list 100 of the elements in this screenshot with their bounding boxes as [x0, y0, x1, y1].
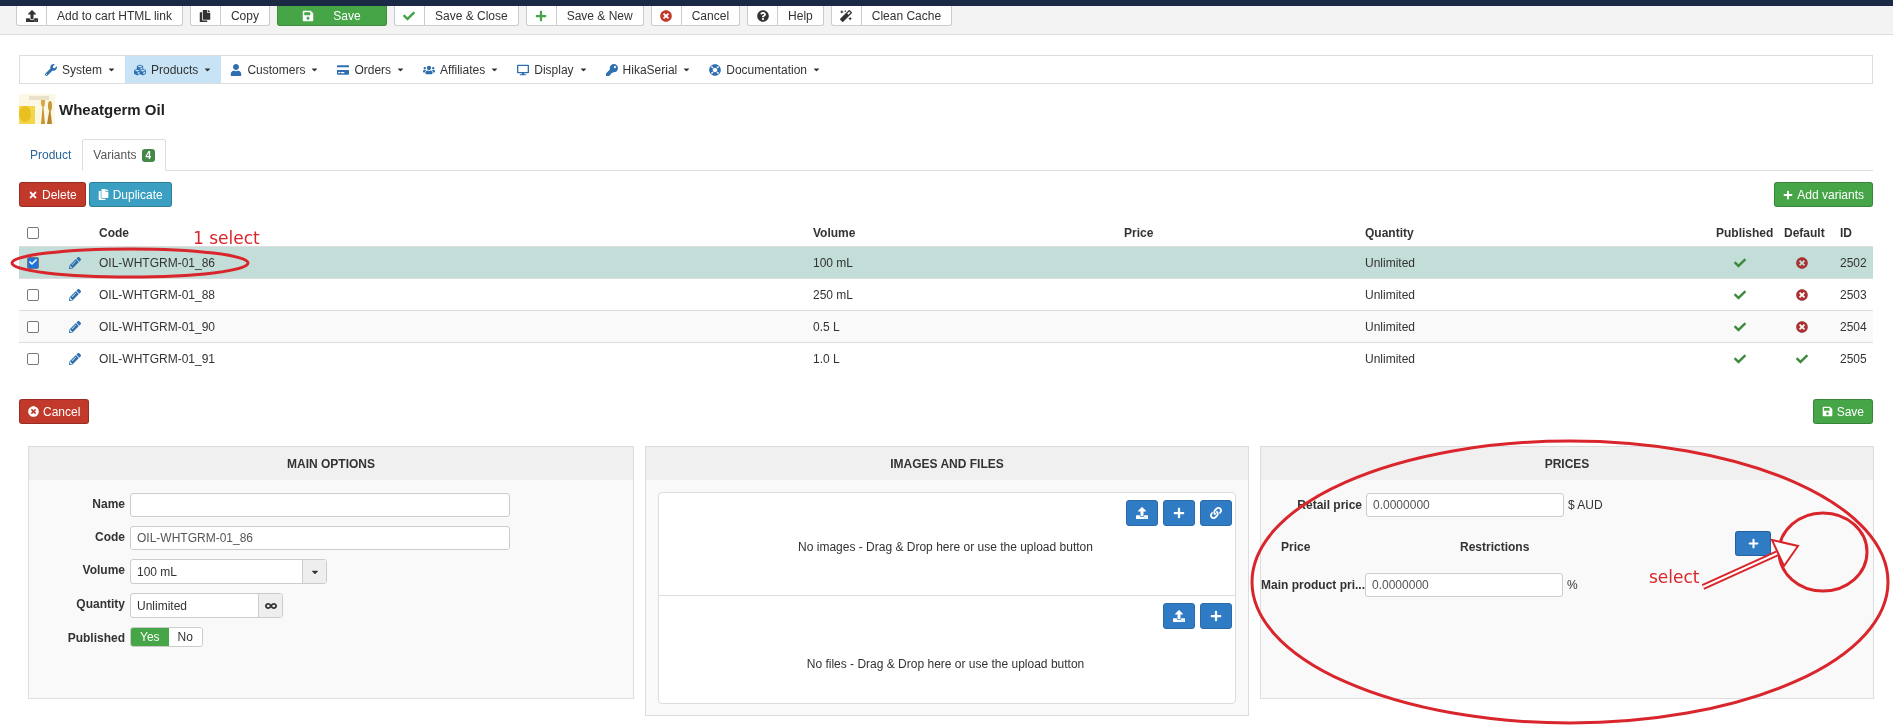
table-cell-text: OIL-WHTGRM-01_91	[98, 351, 217, 366]
field-label: Code	[94, 529, 125, 546]
checkbox[interactable]	[27, 288, 39, 301]
annotation-text: select	[1649, 567, 1700, 587]
edit-icon[interactable]	[69, 352, 81, 365]
upload-button[interactable]	[1126, 500, 1158, 526]
edit-icon[interactable]	[69, 256, 81, 269]
tab[interactable]: Variants 4	[82, 139, 167, 171]
copy-icon	[97, 189, 109, 200]
text-field[interactable]	[130, 493, 510, 517]
panel-title: IMAGES AND FILES	[646, 447, 1248, 480]
caret-icon	[203, 65, 213, 74]
plus-icon	[1173, 507, 1185, 519]
monitor-icon	[517, 63, 530, 76]
table-cell-text: Unlimited	[1364, 351, 1416, 366]
panel-title: PRICES	[1261, 447, 1873, 480]
table-cell-text: 100 mL	[812, 255, 855, 270]
link-button[interactable]	[1200, 500, 1232, 526]
table-cell-text: OIL-WHTGRM-01_88	[98, 287, 217, 302]
caret-icon	[812, 65, 821, 74]
column-header: Default	[1783, 225, 1825, 240]
link-icon	[1210, 507, 1222, 519]
table-cell-text: 2504	[1839, 319, 1868, 334]
menu-item[interactable]: Orders	[328, 56, 415, 83]
table-cell-text: 250 mL	[812, 287, 855, 302]
caret-icon	[107, 65, 116, 74]
toggle-option[interactable]: No	[168, 628, 202, 646]
checkbox[interactable]	[27, 226, 39, 239]
cubes-icon	[134, 63, 146, 76]
toolbar-button[interactable]: Cancel	[650, 6, 741, 26]
checkbox[interactable]	[27, 256, 39, 269]
add-button[interactable]	[1163, 500, 1195, 526]
close-icon	[660, 9, 673, 22]
table-cell-text: 2503	[1839, 287, 1868, 302]
table-cell-text: Unlimited	[1364, 287, 1416, 302]
toolbar-button[interactable]: Add to cart HTML link	[16, 6, 183, 26]
save-icon	[301, 9, 314, 22]
plus-icon	[1783, 189, 1794, 200]
column-header: Quantity	[1364, 225, 1414, 240]
table-row[interactable]: OIL-WHTGRM-01_86 100 mL Unlimited 2502	[19, 246, 1873, 278]
table-row[interactable]: OIL-WHTGRM-01_90 0.5 L Unlimited 2504	[19, 310, 1873, 342]
field-label: Published	[66, 630, 125, 647]
plus-icon	[1747, 537, 1759, 549]
checkbox[interactable]	[27, 352, 39, 365]
percent-label: %	[1567, 578, 1578, 592]
help-icon	[756, 9, 769, 22]
toolbar-button[interactable]: Save & Close	[393, 6, 519, 26]
panel-title: MAIN OPTIONS	[29, 447, 633, 480]
table-cell-text: OIL-WHTGRM-01_90	[98, 319, 217, 334]
select-field[interactable]: 100 mL	[130, 559, 327, 584]
column-header: Volume	[812, 225, 856, 240]
menu-item[interactable]: Customers	[221, 56, 329, 83]
column-header: Price	[1281, 540, 1312, 554]
menu-item[interactable]: Affiliates	[414, 56, 509, 83]
wrench-icon	[45, 63, 57, 76]
checkbox[interactable]	[27, 320, 39, 333]
add-price-button[interactable]	[1735, 530, 1771, 556]
edit-icon[interactable]	[69, 288, 81, 301]
menu-item[interactable]: HikaSerial	[596, 56, 701, 83]
key-icon	[605, 63, 618, 76]
column-header: Published	[1715, 225, 1774, 240]
drop-zone[interactable]: No images - Drag & Drop here or use the upload button No files - Drag & Drop here or use the upload button	[658, 492, 1236, 704]
price-field[interactable]: 0.0000000	[1366, 493, 1564, 517]
text-field[interactable]: OIL-WHTGRM-01_86	[130, 526, 510, 550]
upload-icon	[25, 9, 38, 22]
caret-icon	[578, 65, 588, 74]
empty-message: No files - Drag & Drop here or use the upload button	[805, 657, 1086, 671]
table-cell-text: OIL-WHTGRM-01_86	[98, 255, 217, 270]
upload-icon	[1136, 507, 1148, 519]
caret-icon	[682, 65, 692, 74]
field-label: Quantity	[75, 596, 125, 613]
caret-icon	[396, 65, 406, 74]
column-header: Restrictions	[1460, 540, 1531, 554]
edit-icon[interactable]	[69, 320, 81, 333]
percent-field[interactable]: 0.0000000	[1365, 573, 1563, 597]
column-header: ID	[1839, 225, 1852, 240]
add-button[interactable]	[1200, 603, 1232, 629]
table-cell-text: 2502	[1839, 255, 1868, 270]
toolbar-button[interactable]: Clean Cache	[830, 6, 953, 26]
lifebuoy-icon	[709, 63, 722, 76]
toolbar-button[interactable]: Copy	[189, 6, 270, 26]
upload-button[interactable]	[1163, 603, 1195, 629]
card-icon	[337, 63, 350, 76]
plus-icon	[1210, 610, 1222, 622]
table-cell-text: 0.5 L	[812, 319, 841, 334]
table-cell-text: 1.0 L	[812, 351, 841, 366]
menu-item[interactable]: Documentation	[700, 56, 830, 83]
menu-item[interactable]: Products	[125, 56, 222, 83]
toolbar-button[interactable]: Save & New	[525, 6, 644, 26]
cancel-button[interactable]: Cancel	[19, 399, 90, 424]
users-icon	[423, 63, 436, 76]
plus-icon	[535, 9, 548, 22]
product-title: Wheatgerm Oil	[59, 100, 165, 118]
quantity-field[interactable]: Unlimited	[130, 593, 283, 618]
menu-item[interactable]: System	[36, 56, 125, 83]
toolbar-button[interactable]: Help	[747, 6, 824, 26]
copy-icon	[199, 9, 212, 22]
menu-item[interactable]: Display	[508, 56, 597, 83]
save-icon	[1821, 406, 1833, 417]
delete-button[interactable]: Delete	[19, 182, 86, 207]
